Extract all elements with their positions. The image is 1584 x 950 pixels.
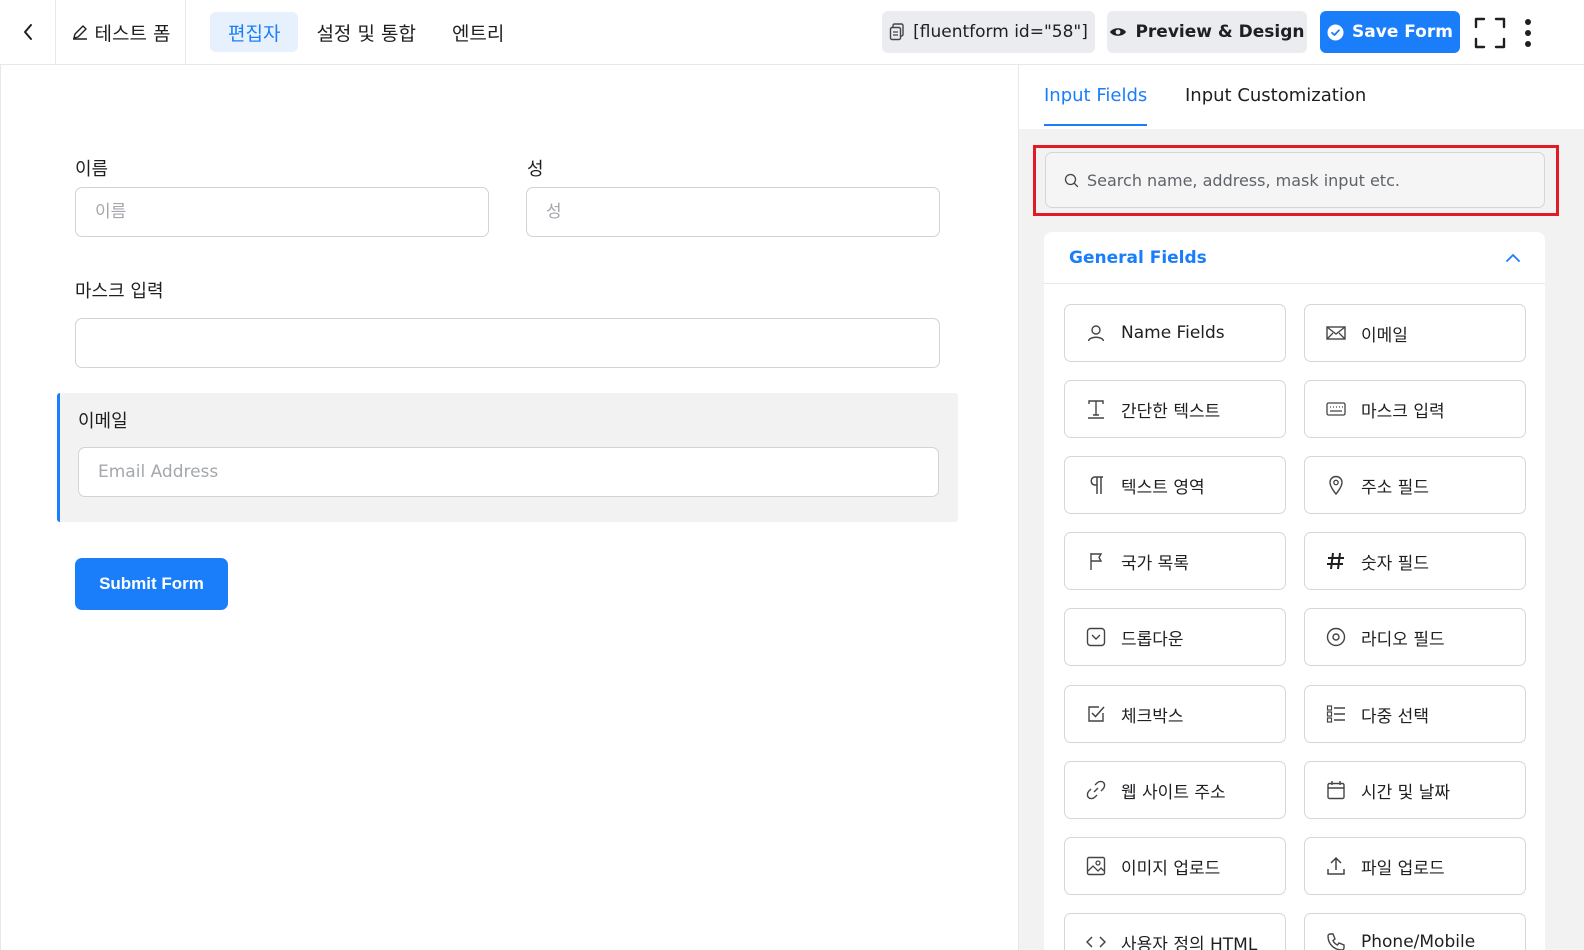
top-bar: 테스트 폼 편집자 설정 및 통합 엔트리 [fluentform id="58…: [0, 0, 1584, 65]
search-icon: [1064, 173, 1079, 187]
field-mask-input[interactable]: 마스크 입력: [1304, 380, 1526, 438]
nav-tabs: 편집자 설정 및 통합 엔트리: [210, 12, 522, 52]
pencil-icon: [72, 25, 87, 40]
user-icon: [1085, 322, 1107, 344]
general-fields-header[interactable]: General Fields: [1044, 232, 1545, 284]
field-label: 마스크 입력: [1361, 401, 1445, 422]
phone-icon: [1325, 931, 1347, 950]
field-phone[interactable]: Phone/Mobile: [1304, 913, 1526, 950]
flag-icon: [1085, 550, 1107, 572]
field-file-upload[interactable]: 파일 업로드: [1304, 837, 1526, 895]
general-fields-title: General Fields: [1069, 247, 1207, 268]
field-number[interactable]: 숫자 필드: [1304, 532, 1526, 590]
field-label: 체크박스: [1121, 706, 1184, 727]
field-website-url[interactable]: 웹 사이트 주소: [1064, 761, 1286, 819]
mask-input-label: 마스크 입력: [75, 281, 164, 302]
field-label: 시간 및 날짜: [1361, 782, 1451, 803]
eye-icon: [1110, 28, 1127, 36]
dropdown-icon: [1085, 626, 1107, 648]
field-label: Name Fields: [1121, 323, 1225, 343]
field-label: 국가 목록: [1121, 553, 1189, 574]
tab-input-fields[interactable]: Input Fields: [1044, 85, 1148, 126]
preview-design-button[interactable]: Preview & Design: [1107, 11, 1307, 53]
email-input[interactable]: [78, 447, 939, 497]
chevron-up-icon: [1506, 253, 1520, 262]
form-title-text: 테스트 폼: [94, 22, 171, 45]
radio-icon: [1325, 626, 1347, 648]
field-checkbox[interactable]: 체크박스: [1064, 685, 1286, 743]
field-label: 사용자 정의 HTML: [1121, 934, 1258, 950]
text-icon: [1085, 398, 1107, 420]
field-radio[interactable]: 라디오 필드: [1304, 608, 1526, 666]
paragraph-icon: [1085, 474, 1107, 496]
map-pin-icon: [1325, 474, 1347, 496]
submit-form-button[interactable]: Submit Form: [75, 558, 228, 610]
field-name-fields[interactable]: Name Fields: [1064, 304, 1286, 362]
field-custom-html[interactable]: 사용자 정의 HTML: [1064, 913, 1286, 950]
link-icon: [1085, 779, 1107, 801]
field-country-list[interactable]: 국가 목록: [1064, 532, 1286, 590]
field-label: 웹 사이트 주소: [1121, 782, 1226, 803]
check-circle-icon: [1327, 24, 1344, 40]
field-label: Phone/Mobile: [1361, 932, 1476, 950]
tab-input-customization[interactable]: Input Customization: [1185, 85, 1366, 124]
code-icon: [1085, 931, 1107, 950]
email-label: 이메일: [78, 411, 128, 432]
save-form-button[interactable]: Save Form: [1320, 11, 1460, 53]
field-image-upload[interactable]: 이미지 업로드: [1064, 837, 1286, 895]
more-options-icon[interactable]: [1518, 17, 1538, 49]
calendar-icon: [1325, 779, 1347, 801]
field-label: 간단한 텍스트: [1121, 401, 1221, 422]
field-label: 파일 업로드: [1361, 858, 1445, 879]
envelope-icon: [1325, 322, 1347, 344]
field-label: 주소 필드: [1361, 477, 1429, 498]
checkbox-icon: [1085, 703, 1107, 725]
shortcode-text: [fluentform id="58"]: [913, 22, 1088, 42]
hash-icon: [1325, 550, 1347, 572]
field-label: 이메일: [1361, 325, 1408, 346]
fullscreen-icon: [1474, 17, 1506, 49]
field-dropdown[interactable]: 드롭다운: [1064, 608, 1286, 666]
form-editor: 이름 성 마스크 입력 이메일 Submit Form: [0, 65, 1018, 950]
field-label: 라디오 필드: [1361, 629, 1445, 650]
keyboard-icon: [1325, 398, 1347, 420]
field-label: 텍스트 영역: [1121, 477, 1205, 498]
upload-icon: [1325, 855, 1347, 877]
fields-sidebar: Input Fields Input Customization General…: [1018, 65, 1584, 950]
list-icon: [1325, 703, 1347, 725]
field-email[interactable]: 이메일: [1304, 304, 1526, 362]
general-fields-card: General Fields Name Fields 이메일 간단한 텍스트 마…: [1044, 232, 1545, 950]
tab-entries[interactable]: 엔트리: [434, 12, 522, 52]
shortcode-button[interactable]: [fluentform id="58"]: [882, 11, 1095, 53]
back-button[interactable]: [0, 0, 56, 64]
preview-design-label: Preview & Design: [1135, 22, 1305, 42]
email-field-block[interactable]: 이메일: [57, 393, 958, 522]
field-date-time[interactable]: 시간 및 날짜: [1304, 761, 1526, 819]
search-field[interactable]: [1045, 152, 1545, 208]
tab-editor[interactable]: 편집자: [210, 12, 299, 52]
field-label: 다중 선택: [1361, 706, 1429, 727]
field-multi-select[interactable]: 다중 선택: [1304, 685, 1526, 743]
field-label: 이미지 업로드: [1121, 858, 1221, 879]
copy-icon: [889, 23, 904, 41]
field-textarea[interactable]: 텍스트 영역: [1064, 456, 1286, 514]
field-address[interactable]: 주소 필드: [1304, 456, 1526, 514]
field-label: 드롭다운: [1121, 629, 1184, 650]
last-name-label: 성: [527, 159, 544, 180]
save-form-label: Save Form: [1352, 22, 1453, 42]
first-name-label: 이름: [75, 159, 109, 180]
first-name-input[interactable]: [75, 187, 489, 237]
sidebar-tabs: Input Fields Input Customization: [1019, 65, 1584, 129]
fullscreen-button[interactable]: [1474, 17, 1506, 49]
last-name-input[interactable]: [526, 187, 940, 237]
field-simple-text[interactable]: 간단한 텍스트: [1064, 380, 1286, 438]
mask-input-field[interactable]: [75, 318, 940, 368]
image-icon: [1085, 855, 1107, 877]
chevron-left-icon: [23, 24, 32, 40]
field-label: 숫자 필드: [1361, 553, 1429, 574]
form-title[interactable]: 테스트 폼: [56, 0, 186, 64]
search-input[interactable]: [1087, 170, 1527, 190]
tab-settings-integrations[interactable]: 설정 및 통합: [298, 12, 433, 52]
